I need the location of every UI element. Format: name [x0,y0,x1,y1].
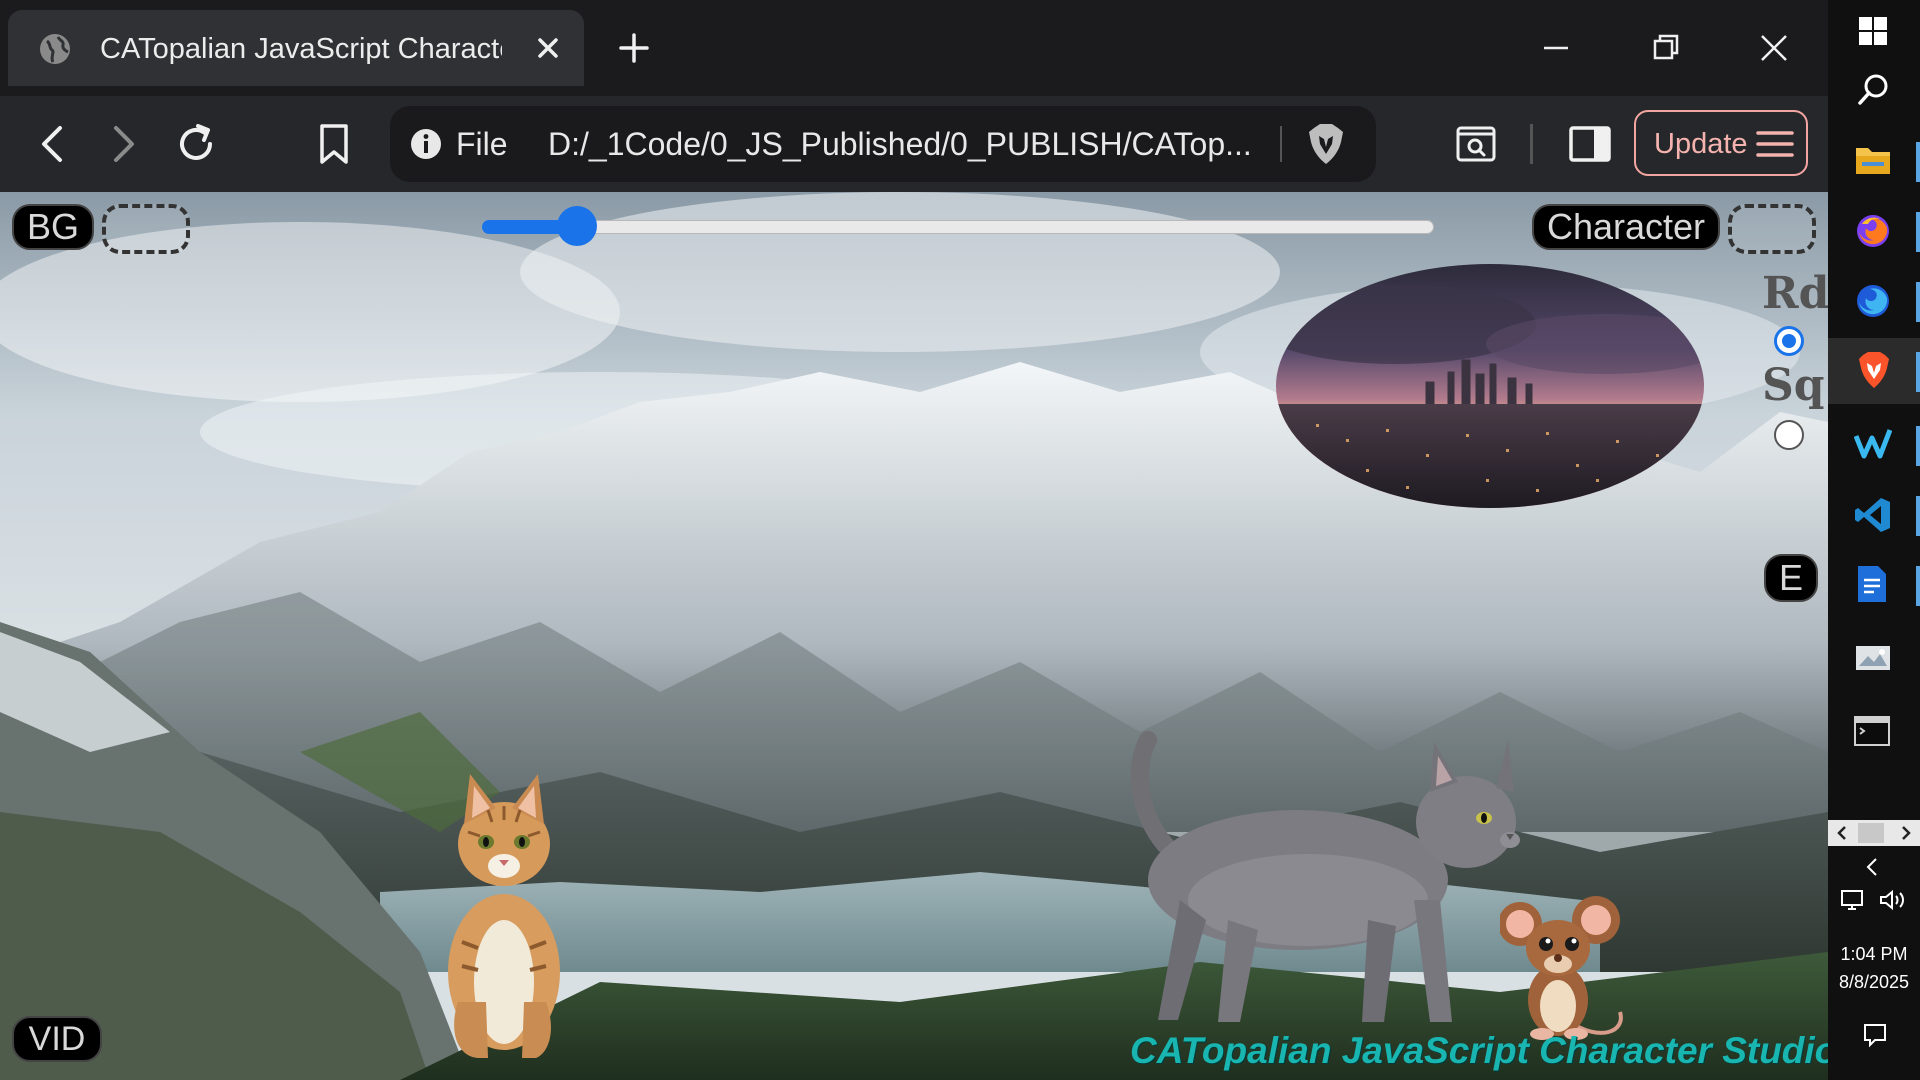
character-button[interactable]: Character [1532,204,1720,250]
taskbar-app-document-editor[interactable] [1828,552,1920,618]
address-bar-divider [1280,126,1282,162]
volume-icon[interactable] [1878,888,1908,912]
running-indicator [1916,566,1920,606]
running-indicator [1916,282,1920,322]
vid-button[interactable]: VID [12,1016,102,1062]
new-tab-icon[interactable] [614,28,654,68]
browser-toolbar: File D:/_1Code/0_JS_Published/0_PUBLISH/… [0,96,1828,192]
taskbar-app-vscode[interactable] [1828,482,1920,548]
page-viewport: BG Character Rd Sq E VID CATopalian Java… [0,192,1828,1080]
firefox-icon [1857,215,1889,247]
running-indicator [1916,352,1920,392]
vscode-icon [1855,498,1890,532]
taskbar-search[interactable] [1828,58,1920,124]
brave-browser-icon [1859,352,1889,388]
address-bar[interactable]: File D:/_1Code/0_JS_Published/0_PUBLISH/… [390,106,1376,182]
taskbar-app-firefox[interactable] [1828,198,1920,264]
taskbar-app-windsurf[interactable] [1828,412,1920,478]
round-shape-label: Rd [1762,268,1828,319]
brave-shields-icon[interactable] [1306,122,1346,166]
running-indicator [1916,142,1920,182]
terminal-icon [1854,716,1890,746]
reload-icon[interactable] [172,120,220,168]
running-indicator [1916,496,1920,536]
info-icon[interactable] [410,128,442,160]
tray-scroll-bar[interactable] [1828,820,1920,846]
network-icon[interactable] [1840,888,1868,912]
image-viewer-icon [1856,646,1890,670]
browser-tab[interactable]: CATopalian JavaScript Character Studio [8,10,584,86]
taskbar-app-file-explorer[interactable] [1828,128,1920,194]
browser-window: CATopalian JavaScript Character Studio [0,0,1828,1080]
city-character-image[interactable] [1276,264,1704,508]
slider-track [482,220,1434,234]
square-shape-radio[interactable] [1774,420,1804,450]
character-preview-box[interactable] [1728,204,1816,254]
clock-date: 8/8/2025 [1838,972,1910,992]
windows-start-icon [1859,17,1887,45]
back-icon[interactable] [30,120,78,168]
chevron-right-icon[interactable] [1898,824,1914,842]
chevron-left-icon[interactable] [1834,824,1850,842]
slider-thumb[interactable] [557,206,597,246]
running-indicator [1916,212,1920,252]
search-icon [1858,74,1888,105]
url-scheme-label: File [456,126,508,162]
tray-scroll-thumb[interactable] [1858,823,1884,843]
taskbar-app-brave[interactable] [1828,338,1920,404]
document-editor-icon [1858,566,1886,602]
e-button[interactable]: E [1764,554,1818,602]
tabby-cat-character[interactable] [428,762,580,1062]
update-button-label: Update [1654,128,1748,160]
hamburger-menu-icon [1756,131,1794,157]
windsurf-icon [1854,429,1892,459]
running-indicator [1916,426,1920,466]
tab-strip: CATopalian JavaScript Character Studio [0,0,1828,96]
square-shape-label: Sq [1762,360,1825,411]
update-button[interactable]: Update [1634,110,1808,176]
taskbar-app-firefox-developer[interactable] [1828,268,1920,334]
taskbar-clock[interactable]: 1:04 PM 8/8/2025 [1828,940,1920,996]
forward-icon[interactable] [98,120,146,168]
bg-preview-box[interactable] [102,204,190,254]
close-tab-icon[interactable] [530,30,566,66]
firefox-developer-icon [1857,285,1889,317]
windows-taskbar: 1:04 PM 8/8/2025 [1828,0,1920,1080]
gray-cat-character[interactable] [1118,730,1544,1030]
sidebar-icon[interactable] [1566,120,1614,168]
show-hidden-icons-icon[interactable] [1862,856,1884,878]
mouse-character[interactable] [1500,892,1630,1042]
toolbar-divider [1530,124,1533,164]
clock-time: 1:04 PM [1840,944,1908,964]
round-shape-radio[interactable] [1774,326,1804,356]
globe-icon [40,34,70,64]
start-button[interactable] [1828,0,1920,66]
url-text[interactable]: D:/_1Code/0_JS_Published/0_PUBLISH/CATop… [548,126,1268,162]
taskbar-app-image-viewer[interactable] [1828,628,1920,694]
studio-title: CATopalian JavaScript Character Studio [1130,1030,1828,1071]
bookmark-icon[interactable] [310,120,358,168]
bg-button[interactable]: BG [12,204,94,250]
tab-title: CATopalian JavaScript Character Studio [100,33,502,65]
file-explorer-icon [1856,148,1890,174]
notifications-icon[interactable] [1862,1022,1888,1048]
desktop-screen: CATopalian JavaScript Character Studio [0,0,1920,1080]
restore-icon[interactable] [1646,28,1686,68]
size-slider[interactable] [482,206,1434,246]
minimize-icon[interactable] [1536,28,1576,68]
taskbar-app-terminal[interactable] [1828,700,1920,766]
page-search-icon[interactable] [1452,120,1500,168]
close-window-icon[interactable] [1754,28,1794,68]
